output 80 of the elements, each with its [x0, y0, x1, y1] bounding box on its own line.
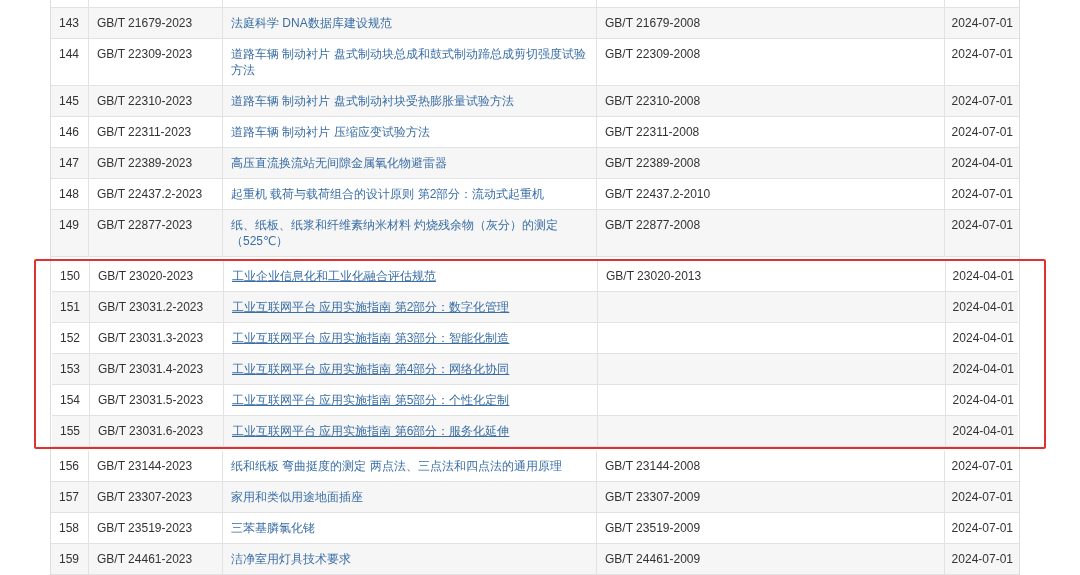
standard-code: GB/T 23031.5-2023 [98, 393, 204, 407]
standard-code: GB/T 22389-2023 [97, 156, 193, 170]
standard-code: GB/T 23031.3-2023 [98, 331, 204, 345]
standard-code: GB/T 23031.2-2023 [98, 300, 204, 314]
replaced-standard: GB/T 23519-2009 [605, 521, 701, 535]
replaced-standard: GB/T 23020-2013 [606, 269, 702, 283]
standard-title-link[interactable]: 纸、纸板、纸浆和纤维素纳米材料 灼烧残余物（灰分）的测定（525℃） [231, 217, 588, 249]
replaced-standard: GB/T 22389-2008 [605, 156, 701, 170]
effective-date: 2024-07-01 [951, 218, 1013, 232]
row-number: 144 [59, 47, 80, 61]
standard-code: GB/T 23519-2023 [97, 521, 193, 535]
row-number: 156 [59, 459, 80, 473]
effective-date: 2024-07-01 [951, 187, 1013, 201]
standard-title-link[interactable]: 工业互联网平台 应用实施指南 第4部分：网络化协同 [232, 361, 589, 377]
standard-code: GB/T 22310-2023 [97, 94, 193, 108]
effective-date: 2024-07-01 [951, 552, 1013, 566]
standard-title-link[interactable]: 洁净室用灯具技术要求 [231, 551, 588, 567]
replaced-standard: GB/T 23144-2008 [605, 459, 701, 473]
row-number: 149 [59, 218, 80, 232]
replaced-standard: GB/T 22310-2008 [605, 94, 701, 108]
replaced-standard: GB/T 22309-2008 [605, 47, 701, 61]
effective-date: 2024-04-01 [952, 362, 1014, 376]
replaced-standard: GB/T 21679-2008 [605, 16, 701, 30]
effective-date: 2024-07-01 [951, 94, 1013, 108]
standard-code: GB/T 22437.2-2023 [97, 187, 203, 201]
standard-code: GB/T 22877-2023 [97, 218, 193, 232]
standard-code: GB/T 22309-2023 [97, 47, 193, 61]
row-number: 147 [59, 156, 80, 170]
row-number: 150 [60, 269, 81, 283]
standard-code: GB/T 22311-2023 [97, 125, 192, 139]
standard-title-link[interactable]: 起重机 载荷与载荷组合的设计原则 第2部分：流动式起重机 [231, 186, 588, 202]
effective-date: 2024-07-01 [951, 125, 1013, 139]
standard-title-link[interactable]: 工业互联网平台 应用实施指南 第6部分：服务化延伸 [232, 423, 589, 439]
effective-date: 2024-07-01 [951, 490, 1013, 504]
effective-date: 2024-07-01 [951, 16, 1013, 30]
row-number: 158 [59, 521, 80, 535]
replaced-standard: GB/T 24461-2009 [605, 552, 701, 566]
row-number: 157 [59, 490, 80, 504]
row-number: 153 [60, 362, 81, 376]
standard-title-link[interactable]: 工业互联网平台 应用实施指南 第3部分：智能化制造 [232, 330, 589, 346]
replaced-standard: GB/T 22311-2008 [605, 125, 700, 139]
effective-date: 2024-04-01 [952, 300, 1014, 314]
standard-title-link[interactable]: 道路车辆 制动衬片 盘式制动块总成和鼓式制动蹄总成剪切强度试验方法 [231, 46, 588, 78]
row-number: 152 [60, 331, 81, 345]
row-number: 143 [59, 16, 80, 30]
row-number: 148 [59, 187, 80, 201]
standard-code: GB/T 23020-2023 [98, 269, 194, 283]
row-number: 146 [59, 125, 80, 139]
row-number: 154 [60, 393, 81, 407]
standard-code: GB/T 23307-2023 [97, 490, 193, 504]
standard-code: GB/T 23031.4-2023 [98, 362, 204, 376]
standard-code: GB/T 21679-2023 [97, 16, 193, 30]
replaced-standard: GB/T 22877-2008 [605, 218, 701, 232]
standard-title-link[interactable]: 高压直流换流站无间隙金属氧化物避雷器 [231, 155, 588, 171]
standard-title-link[interactable]: 工业互联网平台 应用实施指南 第2部分：数字化管理 [232, 299, 589, 315]
standard-title-link[interactable]: 工业企业信息化和工业化融合评估规范 [232, 268, 589, 284]
standard-title-link[interactable]: 三苯基膦氯化铑 [231, 520, 588, 536]
standard-title-link[interactable]: 道路车辆 制动衬片 压缩应变试验方法 [231, 124, 588, 140]
standard-code: GB/T 23144-2023 [97, 459, 193, 473]
effective-date: 2024-07-01 [951, 459, 1013, 473]
effective-date: 2024-04-01 [952, 331, 1014, 345]
standard-title-link[interactable]: 法庭科学 DNA数据库建设规范 [231, 15, 588, 31]
row-number: 151 [60, 300, 81, 314]
effective-date: 2024-04-01 [952, 269, 1014, 283]
effective-date: 2024-04-01 [951, 156, 1013, 170]
row-number: 159 [59, 552, 80, 566]
effective-date: 2024-07-01 [951, 521, 1013, 535]
standard-title-link[interactable]: 工业互联网平台 应用实施指南 第5部分：个性化定制 [232, 392, 589, 408]
standard-title-link[interactable]: 家用和类似用途地面插座 [231, 489, 588, 505]
effective-date: 2024-04-01 [952, 393, 1014, 407]
standard-title-link[interactable]: 纸和纸板 弯曲挺度的测定 两点法、三点法和四点法的通用原理 [231, 458, 588, 474]
effective-date: 2024-07-01 [951, 47, 1013, 61]
row-number: 155 [60, 424, 81, 438]
row-number: 145 [59, 94, 80, 108]
replaced-standard: GB/T 23307-2009 [605, 490, 701, 504]
standard-title-link[interactable]: 道路车辆 制动衬片 盘式制动衬块受热膨胀量试验方法 [231, 93, 588, 109]
standard-code: GB/T 23031.6-2023 [98, 424, 204, 438]
effective-date: 2024-04-01 [952, 424, 1014, 438]
replaced-standard: GB/T 22437.2-2010 [605, 187, 711, 201]
standard-code: GB/T 24461-2023 [97, 552, 193, 566]
